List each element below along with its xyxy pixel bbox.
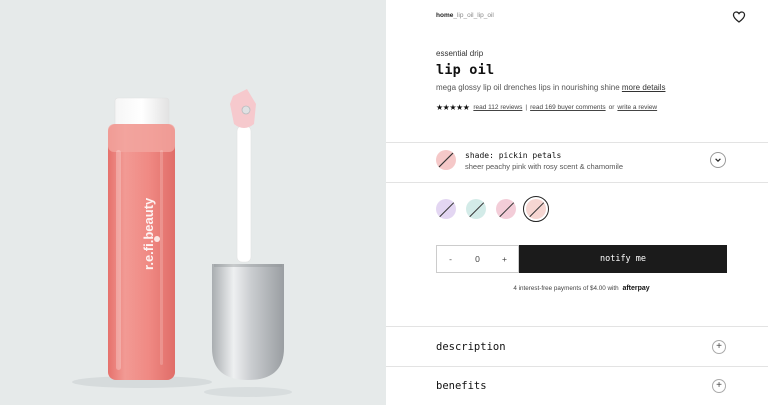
current-shade-swatch <box>436 150 456 170</box>
product-details: home_lip_oil_lip_oil essential drip lip … <box>386 0 768 405</box>
product-description-text: mega glossy lip oil drenches lips in nou… <box>436 83 620 92</box>
lip-oil-product-illustration <box>72 89 292 397</box>
afterpay-text: 4 interest-free payments of $4.00 with <box>513 285 619 292</box>
buyer-comments-link[interactable]: read 169 buyer comments <box>530 104 606 111</box>
accordion-description-label: description <box>436 341 506 353</box>
breadcrumb-current: lip_oil_lip_oil <box>456 12 494 19</box>
shade-swatches <box>436 196 549 222</box>
read-reviews-link[interactable]: read 112 reviews <box>473 104 522 111</box>
accordion-benefits-label: benefits <box>436 380 487 392</box>
rating-or-text: or <box>608 104 615 111</box>
quantity-stepper: - 0 + <box>436 245 519 273</box>
accordion-benefits[interactable]: benefits + <box>386 366 768 405</box>
shade-swatch-2[interactable] <box>466 199 486 219</box>
more-details-link[interactable]: more details <box>622 83 666 92</box>
product-image: r.e.fi.beauty <box>0 0 386 405</box>
plus-icon: + <box>712 379 726 393</box>
write-review-link[interactable]: write a review <box>617 104 657 111</box>
rating-separator: | <box>525 104 528 111</box>
notify-me-button[interactable]: notify me <box>519 245 727 273</box>
shade-label: shade: pickin petals <box>465 151 562 160</box>
breadcrumb: home_lip_oil_lip_oil <box>436 12 494 19</box>
quantity-value[interactable]: 0 <box>464 254 491 264</box>
afterpay-message: 4 interest-free payments of $4.00 with a… <box>436 285 727 292</box>
chevron-down-icon <box>715 158 721 163</box>
afterpay-logo[interactable]: afterpay <box>622 285 649 292</box>
divider <box>386 182 768 183</box>
breadcrumb-home[interactable]: home <box>436 12 453 19</box>
product-description: mega glossy lip oil drenches lips in nou… <box>436 83 665 92</box>
shade-swatch-3[interactable] <box>496 199 516 219</box>
shade-swatch-1[interactable] <box>436 199 456 219</box>
wishlist-button[interactable] <box>732 10 746 24</box>
heart-icon <box>732 11 746 23</box>
shade-selector[interactable]: shade: pickin petals sheer peachy pink w… <box>436 150 728 172</box>
rating-row: ★★★★★ read 112 reviews | read 169 buyer … <box>436 103 657 112</box>
accordion-description[interactable]: description + <box>386 327 768 367</box>
increase-quantity-button[interactable]: + <box>491 254 518 264</box>
collection-name: essential drip <box>436 49 484 58</box>
star-rating-icon: ★★★★★ <box>436 103 470 112</box>
decrease-quantity-button[interactable]: - <box>437 254 464 264</box>
divider <box>386 142 768 143</box>
plus-icon: + <box>712 340 726 354</box>
brand-logo: r.e.fi.beauty <box>141 197 156 270</box>
shade-expand-button[interactable] <box>710 152 726 168</box>
product-title: lip oil <box>436 62 495 78</box>
shade-description: sheer peachy pink with rosy scent & cham… <box>465 162 623 171</box>
shade-swatch-4[interactable] <box>523 196 549 222</box>
